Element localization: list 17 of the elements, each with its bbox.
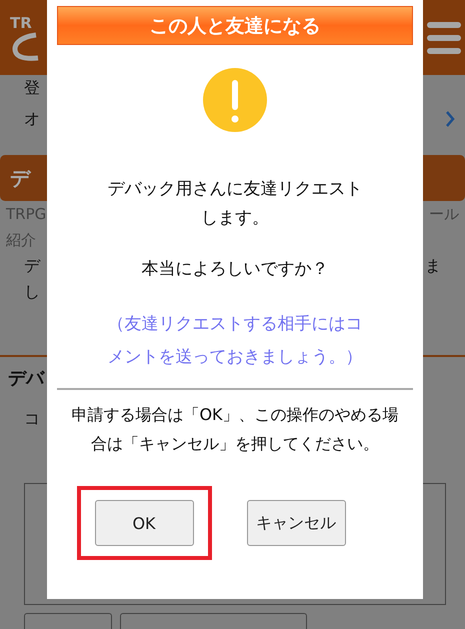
text-fragment: 登	[24, 78, 40, 98]
dialog-hint: （友達リクエストする相手にはコメントを送っておきましょう。）	[106, 313, 364, 369]
logo-text: TR	[10, 14, 33, 30]
dialog-title: この人と友達になる	[57, 6, 413, 45]
text-fragment: コ	[24, 408, 40, 430]
text-fragment: オ	[24, 108, 40, 130]
text-fragment: ま	[425, 256, 441, 276]
text-fragment: デ	[24, 256, 40, 276]
text-fragment: ール	[429, 204, 459, 224]
text-fragment: し	[24, 282, 40, 302]
text-fragment: TRPG	[6, 205, 46, 223]
dialog-message: デバック用さんに友達リクエストします。	[106, 178, 364, 230]
dialog-question: 本当によろしいですか？	[142, 258, 328, 281]
text-fragment: デバ	[8, 367, 44, 390]
text-fragment: デ	[10, 164, 30, 192]
dialog-instruction: 申請する場合は「OK」、この操作のやめる場合は「キャンセル」を押してください。	[57, 388, 413, 458]
text-fragment: 紹介	[6, 230, 36, 250]
